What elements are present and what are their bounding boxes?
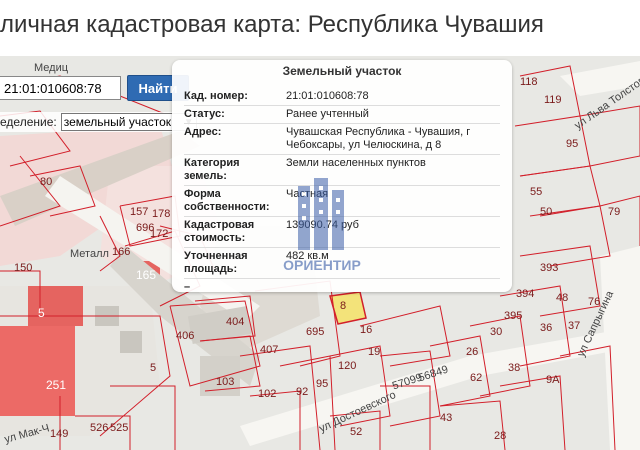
popup-title: Земельный участок bbox=[282, 64, 402, 78]
table-row: Кад. номер: 21:01:010608:78 bbox=[184, 88, 500, 106]
table-row: Категория земель: Земли населенных пункто… bbox=[184, 154, 500, 186]
object-type-value: земельный участок bbox=[63, 115, 172, 129]
attr-value bbox=[284, 279, 500, 293]
parcel-label: 407 bbox=[260, 344, 279, 356]
parcel-label: 8 bbox=[340, 300, 347, 312]
attr-value: Земли населенных пунктов bbox=[284, 154, 500, 186]
parcel-label: 38 bbox=[508, 362, 521, 374]
parcel-label: 80 bbox=[40, 176, 53, 188]
parcel-attributes-table: Кад. номер: 21:01:010608:78 Статус: Ранее … bbox=[184, 88, 500, 292]
parcel-label: 26 bbox=[466, 346, 479, 358]
parcel-label: 118 bbox=[520, 76, 538, 88]
attr-value: 21:01:010608:78 bbox=[284, 88, 500, 106]
attr-value: Частная bbox=[284, 185, 500, 217]
parcel-label: 393 bbox=[540, 262, 559, 274]
parcel-label: 95 bbox=[566, 138, 579, 150]
table-row: Форма собственности: Частная bbox=[184, 185, 500, 217]
attr-key: Форма собственности: bbox=[184, 185, 284, 217]
parcel-label: 102 bbox=[258, 388, 277, 400]
parcel-label: 28 bbox=[494, 430, 507, 442]
object-type-filter: еделение: земельный участок ▼ bbox=[0, 112, 199, 132]
parcel-label: 43 bbox=[440, 412, 453, 424]
parcel-label: 178 bbox=[152, 208, 171, 220]
attr-value: Ранее учтенный bbox=[284, 105, 500, 124]
building-251 bbox=[0, 326, 75, 416]
parcel-label: 62 bbox=[470, 372, 483, 384]
parcel-label: 103 bbox=[216, 376, 235, 388]
filter-label: еделение: bbox=[0, 115, 57, 129]
building-5 bbox=[28, 286, 83, 326]
parcel-label: 157 bbox=[130, 206, 149, 218]
parcel-label: 37 bbox=[568, 320, 581, 332]
parcel-label: 92 bbox=[296, 386, 309, 398]
parcel-label: 120 bbox=[338, 360, 357, 372]
table-row: Кадастровая стоимость: 139090.74 руб bbox=[184, 216, 500, 248]
parcel-label: 695 bbox=[306, 326, 325, 338]
table-row: Уточненная площадь: 482 кв.м bbox=[184, 247, 500, 279]
parcel-label: 404 bbox=[226, 316, 245, 328]
parcel-label: 149 bbox=[50, 428, 69, 440]
parcel-label: 36 bbox=[540, 322, 553, 334]
parcel-label: 19 bbox=[368, 346, 381, 358]
parcel-info-popup: Земельный участок Кад. номер: 21:01:01060… bbox=[172, 60, 512, 292]
poi-label: Медиц bbox=[34, 62, 69, 74]
attr-value: 139090.74 руб bbox=[284, 216, 500, 248]
attr-key: – bbox=[184, 281, 191, 292]
page-title: личная кадастровая карта: Республика Чув… bbox=[0, 0, 640, 56]
parcel-label: 52 bbox=[350, 426, 363, 438]
parcel-label: 172 bbox=[150, 228, 169, 240]
parcel-label: 9А bbox=[546, 374, 560, 386]
table-row: – bbox=[184, 279, 500, 293]
parcel-label: 166 bbox=[112, 246, 131, 258]
parcel-label: 79 bbox=[608, 206, 621, 218]
parcel-label: 526 bbox=[90, 422, 109, 434]
parcel-label: 55 bbox=[530, 186, 543, 198]
attr-key: Уточненная площадь: bbox=[184, 247, 284, 279]
table-row: Статус: Ранее учтенный bbox=[184, 105, 500, 124]
attr-key: Адрес: bbox=[184, 123, 284, 155]
poi-label: Металл bbox=[70, 248, 109, 260]
parcel-label: 16 bbox=[360, 324, 373, 336]
parcel-label: 165 bbox=[136, 268, 157, 282]
table-row: Адрес: Чувашская Республика - Чувашия, г … bbox=[184, 123, 500, 155]
parcel-label: 50 bbox=[540, 206, 553, 218]
parcel-label: 406 bbox=[176, 330, 195, 342]
parcel-label: 150 bbox=[14, 262, 33, 274]
attr-value: 482 кв.м bbox=[284, 247, 500, 279]
parcel-label: 48 bbox=[556, 292, 569, 304]
attr-key: Кадастровая стоимость: bbox=[184, 216, 284, 248]
parcel-label: 5 bbox=[38, 306, 45, 320]
parcel-label: 95 bbox=[316, 378, 329, 390]
search-bar: Найти bbox=[0, 75, 189, 101]
building bbox=[120, 331, 142, 353]
parcel-label: 394 bbox=[516, 288, 535, 300]
parcel-label: 251 bbox=[46, 378, 67, 392]
attr-key: Статус: bbox=[184, 105, 284, 124]
attr-key: Категория земель: bbox=[184, 154, 284, 186]
parcel-label: 525 bbox=[110, 422, 129, 434]
parcel-label: 395 bbox=[504, 310, 523, 322]
parcel-label: 5 bbox=[150, 362, 157, 374]
parcel-label: 119 bbox=[544, 94, 562, 106]
parcel-label: 30 bbox=[490, 326, 503, 338]
cadastral-number-input[interactable] bbox=[0, 76, 121, 100]
attr-key: Кад. номер: bbox=[184, 88, 284, 106]
attr-value: Чувашская Республика - Чувашия, г Чебокс… bbox=[284, 123, 500, 155]
